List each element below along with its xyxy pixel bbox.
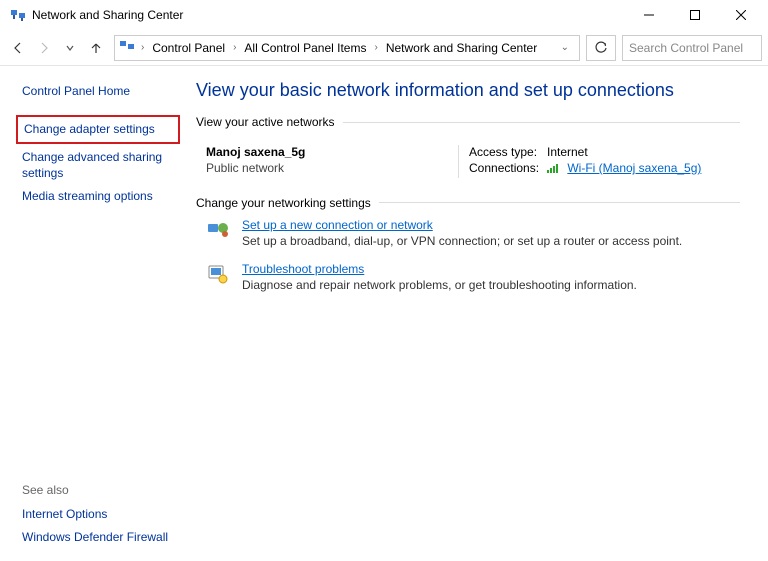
active-network: Manoj saxena_5g Public network Access ty… <box>196 133 740 196</box>
search-input[interactable] <box>629 41 768 55</box>
chevron-right-icon[interactable]: › <box>372 42 379 53</box>
forward-button[interactable] <box>32 36 56 60</box>
setting-troubleshoot: Troubleshoot problems Diagnose and repai… <box>196 258 740 302</box>
minimize-button[interactable] <box>626 0 672 30</box>
refresh-button[interactable] <box>586 35 616 61</box>
app-icon <box>10 7 26 23</box>
active-networks-text: View your active networks <box>196 115 335 129</box>
active-networks-label: View your active networks <box>196 115 740 129</box>
see-also-internet-options[interactable]: Internet Options <box>22 503 174 526</box>
network-type: Public network <box>206 161 458 175</box>
breadcrumb-item[interactable]: Network and Sharing Center <box>384 41 539 55</box>
troubleshoot-desc: Diagnose and repair network problems, or… <box>242 278 637 292</box>
network-name: Manoj saxena_5g <box>206 145 458 159</box>
content: Control Panel Home Change adapter settin… <box>0 66 768 561</box>
search-box[interactable] <box>622 35 762 61</box>
setup-connection-desc: Set up a broadband, dial-up, or VPN conn… <box>242 234 682 248</box>
back-button[interactable] <box>6 36 30 60</box>
maximize-button[interactable] <box>672 0 718 30</box>
sidebar-home[interactable]: Control Panel Home <box>22 80 174 103</box>
sidebar-link-sharing[interactable]: Change advanced sharing settings <box>22 146 174 186</box>
connections-label: Connections: <box>469 161 547 176</box>
breadcrumb-item[interactable]: Control Panel <box>150 41 227 55</box>
window-controls <box>626 0 764 30</box>
titlebar: Network and Sharing Center <box>0 0 768 30</box>
see-also-firewall[interactable]: Windows Defender Firewall <box>22 526 174 549</box>
setting-setup-connection: Set up a new connection or network Set u… <box>196 214 740 258</box>
sidebar-link-adapter[interactable]: Change adapter settings <box>16 115 180 144</box>
breadcrumb-item[interactable]: All Control Panel Items <box>242 41 368 55</box>
access-type-value: Internet <box>547 145 588 159</box>
troubleshoot-link[interactable]: Troubleshoot problems <box>242 262 364 276</box>
address-icon <box>119 38 135 57</box>
sidebar-link-media[interactable]: Media streaming options <box>22 185 174 208</box>
troubleshoot-icon <box>206 262 230 286</box>
chevron-right-icon[interactable]: › <box>231 42 238 53</box>
address-dropdown[interactable]: ⌄ <box>555 42 575 53</box>
connection-link[interactable]: Wi-Fi (Manoj saxena_5g) <box>567 161 701 175</box>
connection-icon <box>206 218 230 242</box>
setup-connection-link[interactable]: Set up a new connection or network <box>242 218 433 232</box>
window-title: Network and Sharing Center <box>32 8 626 22</box>
change-settings-text: Change your networking settings <box>196 196 371 210</box>
chevron-right-icon[interactable]: › <box>139 42 146 53</box>
main-panel: View your basic network information and … <box>186 66 768 561</box>
sidebar: Control Panel Home Change adapter settin… <box>0 66 186 561</box>
see-also-label: See also <box>22 483 174 497</box>
navbar: › Control Panel › All Control Panel Item… <box>0 30 768 66</box>
wifi-signal-icon <box>547 162 561 176</box>
close-button[interactable] <box>718 0 764 30</box>
up-button[interactable] <box>84 36 108 60</box>
change-settings-label: Change your networking settings <box>196 196 740 210</box>
access-type-label: Access type: <box>469 145 547 159</box>
recent-dropdown[interactable] <box>58 36 82 60</box>
page-heading: View your basic network information and … <box>196 80 740 101</box>
address-bar[interactable]: › Control Panel › All Control Panel Item… <box>114 35 580 61</box>
